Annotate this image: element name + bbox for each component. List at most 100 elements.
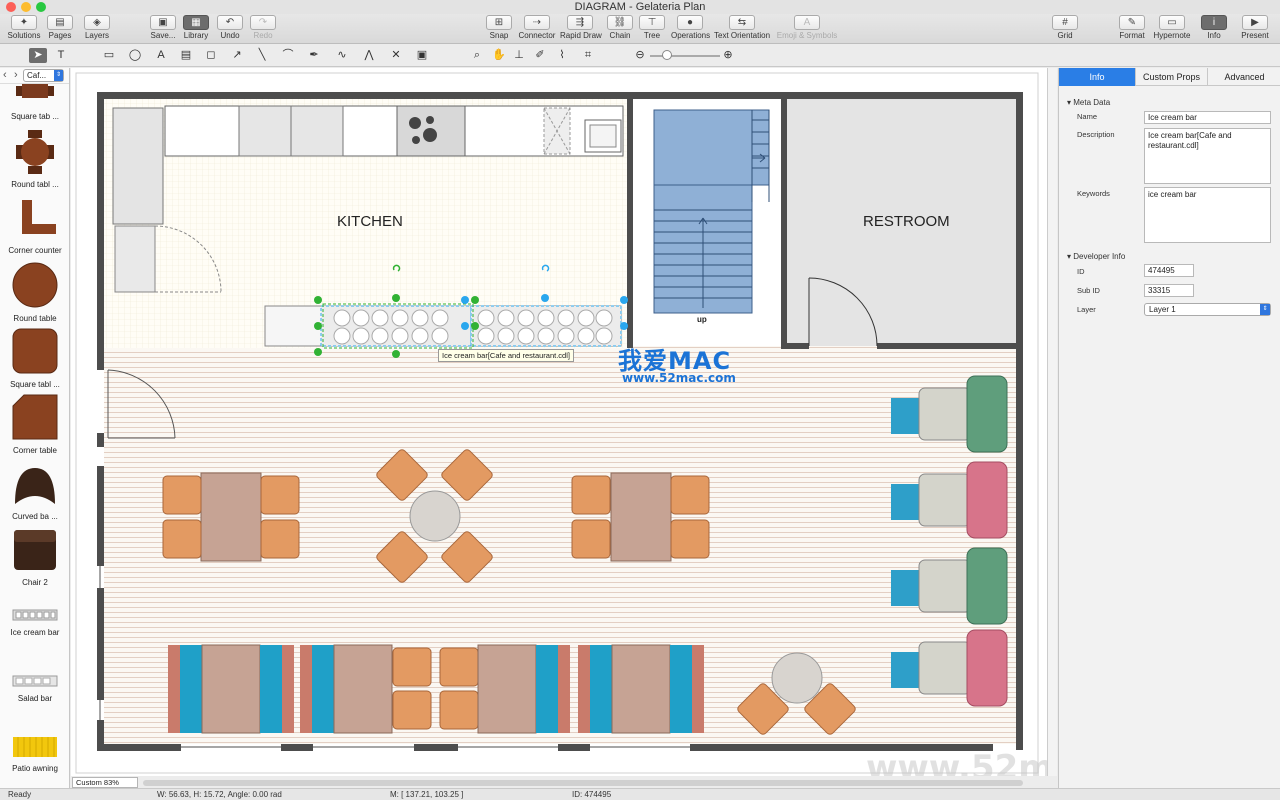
- save-button[interactable]: ▣ Save...: [148, 15, 178, 43]
- tree-button[interactable]: ⊤ Tree: [637, 15, 667, 43]
- description-field[interactable]: Ice cream bar[Cafe and restaurant.cdl]: [1144, 128, 1271, 184]
- callout-tool-icon[interactable]: ◻: [202, 48, 220, 63]
- round-table-2-icon: [12, 262, 58, 308]
- zoom-tool-icon[interactable]: ⌕: [468, 48, 486, 63]
- zoom-in-icon[interactable]: ⊕: [719, 48, 737, 63]
- kitchen-label: KITCHEN: [337, 213, 403, 230]
- undo-label: Undo: [220, 31, 240, 40]
- grid-button[interactable]: # Grid: [1050, 15, 1080, 43]
- rapid-draw-button[interactable]: ⇶ Rapid Draw: [560, 15, 602, 43]
- text-select-tool-icon[interactable]: T: [52, 48, 70, 63]
- library-item-chair-2[interactable]: Chair 2: [0, 530, 69, 587]
- vertical-scrollbar[interactable]: [1047, 68, 1057, 776]
- chain-button[interactable]: ⛓ Chain: [605, 15, 635, 43]
- emoji-symbols-button[interactable]: A Emoji & Symbols: [775, 15, 839, 43]
- layer-select[interactable]: Layer 1 ⇕: [1144, 303, 1271, 316]
- info-button[interactable]: i Info: [1199, 15, 1229, 43]
- tree-label: Tree: [643, 31, 661, 40]
- freehand-tool-icon[interactable]: ✕: [387, 48, 405, 63]
- layers-label: Layers: [84, 31, 109, 40]
- text-orientation-button[interactable]: ⇆ Text Orientation: [714, 15, 770, 43]
- crop-tool-icon[interactable]: ⌗: [579, 48, 597, 63]
- operations-button[interactable]: ● Operations: [671, 15, 710, 43]
- status-dimensions: W: 56.63, H: 15.72, Angle: 0.00 rad: [157, 790, 282, 799]
- library-forward-icon[interactable]: ›: [14, 69, 18, 81]
- name-field[interactable]: Ice cream bar: [1144, 111, 1271, 124]
- library-select[interactable]: Caf... ⇕: [23, 69, 64, 82]
- snap-button[interactable]: ⊞ Snap: [484, 15, 514, 43]
- library-item-salad-bar[interactable]: Salad bar: [0, 674, 69, 703]
- developer-info-section[interactable]: ▾ Developer Info: [1067, 252, 1125, 261]
- tab-custom-props[interactable]: Custom Props: [1135, 68, 1208, 86]
- redo-label: Redo: [253, 31, 273, 40]
- tab-advanced[interactable]: Advanced: [1208, 68, 1280, 86]
- format-label: Format: [1119, 31, 1145, 40]
- zoom-value: Custom 83%: [76, 778, 119, 787]
- hypernote-button[interactable]: ▭ Hypernote: [1152, 15, 1192, 43]
- rectangle-tool-icon[interactable]: ▭: [100, 48, 118, 63]
- emoji-label: Emoji & Symbols: [776, 31, 838, 40]
- id-field[interactable]: 474495: [1144, 264, 1194, 277]
- window-title: DIAGRAM - Gelateria Plan: [574, 1, 706, 13]
- close-window-button[interactable]: [6, 2, 16, 12]
- brush-tool-icon[interactable]: ⌇: [553, 48, 571, 63]
- polyline-tool-icon[interactable]: ⋀: [360, 48, 378, 63]
- meta-data-title: Meta Data: [1073, 98, 1111, 107]
- library-item-corner-counter[interactable]: Corner counter: [0, 200, 69, 255]
- info-label: Info: [1207, 31, 1221, 40]
- tab-info[interactable]: Info: [1059, 68, 1135, 86]
- horizontal-scrollbar[interactable]: [143, 780, 1023, 786]
- ellipse-tool-icon[interactable]: ◯: [126, 48, 144, 63]
- line-tool-icon[interactable]: ╲: [253, 48, 271, 63]
- drawing-canvas[interactable]: KITCHEN RESTROOM up Ice cream bar[Cafe a…: [71, 68, 1048, 776]
- status-id: ID: 474495: [572, 790, 612, 799]
- curved-bar-icon: [15, 468, 55, 504]
- present-button[interactable]: ▶ Present: [1238, 15, 1272, 43]
- arrow-tool-icon[interactable]: ↗: [228, 48, 246, 63]
- meta-data-section[interactable]: ▾ Meta Data: [1067, 98, 1110, 107]
- zoom-select[interactable]: Custom 83%: [72, 777, 138, 788]
- hand-tool-icon[interactable]: ✋: [490, 48, 508, 63]
- library-item-square-table[interactable]: Square tab ...: [0, 84, 69, 121]
- arc-tool-icon[interactable]: ⌒: [279, 48, 297, 63]
- library-item-round-table[interactable]: Round tabl ...: [0, 130, 69, 189]
- present-icon: ▶: [1242, 15, 1268, 30]
- library-item-patio-awning[interactable]: Patio awning: [0, 736, 69, 773]
- bezier-tool-icon[interactable]: ∿: [333, 48, 351, 63]
- layers-button[interactable]: ◈ Layers: [82, 15, 112, 43]
- pointer-tool-icon[interactable]: ➤: [29, 48, 47, 63]
- zoom-window-button[interactable]: [36, 2, 46, 12]
- drawing-tools-row: ➤ T ▭ ◯ A ▤ ◻ ↗ ╲ ⌒ ✒ ∿ ⋀ ✕ ▣ ⌕ ✋ ⊥ ✐ ⌇ …: [0, 45, 1280, 67]
- stamp-format-tool-icon[interactable]: ⊥: [510, 48, 528, 63]
- library-item-round-table-2[interactable]: Round table: [0, 262, 69, 323]
- library-item-label: Round table: [13, 314, 57, 323]
- zoom-slider-handle[interactable]: [662, 50, 672, 60]
- library-item-square-table-2[interactable]: Square tabl ...: [0, 328, 69, 389]
- library-item-curved-bar[interactable]: Curved ba ...: [0, 466, 69, 521]
- format-button[interactable]: ✎ Format: [1117, 15, 1147, 43]
- library-back-icon[interactable]: ‹: [3, 69, 7, 81]
- zoom-out-icon[interactable]: ⊖: [631, 48, 649, 63]
- stamp-tool-icon[interactable]: ▣: [413, 48, 431, 63]
- library-item-corner-table[interactable]: Corner table: [0, 394, 69, 455]
- pages-button[interactable]: ▤ Pages: [45, 15, 75, 43]
- inspector-panel: Info Custom Props Advanced ▾ Meta Data N…: [1058, 68, 1280, 788]
- undo-button[interactable]: ↶ Undo: [215, 15, 245, 43]
- sub-id-field[interactable]: 33315: [1144, 284, 1194, 297]
- text-tool-icon[interactable]: A: [152, 48, 170, 63]
- solutions-button[interactable]: ✦ Solutions: [5, 15, 43, 43]
- watermark-url: www.52mac.com: [622, 371, 736, 385]
- zoom-slider-track[interactable]: [650, 55, 720, 57]
- minimize-window-button[interactable]: [21, 2, 31, 12]
- tree-icon: ⊤: [639, 15, 665, 30]
- pen-tool-icon[interactable]: ✒: [305, 48, 323, 63]
- connector-button[interactable]: ⇢ Connector: [517, 15, 557, 43]
- info-icon: i: [1201, 15, 1227, 30]
- eyedropper-tool-icon[interactable]: ✐: [531, 48, 549, 63]
- textbox-tool-icon[interactable]: ▤: [177, 48, 195, 63]
- keywords-field[interactable]: ice cream bar: [1144, 187, 1271, 243]
- library-button[interactable]: ▦ Library: [181, 15, 211, 43]
- redo-button[interactable]: ↷ Redo: [248, 15, 278, 43]
- solutions-icon: ✦: [11, 15, 37, 30]
- library-item-ice-cream-bar[interactable]: Ice cream bar: [0, 608, 69, 637]
